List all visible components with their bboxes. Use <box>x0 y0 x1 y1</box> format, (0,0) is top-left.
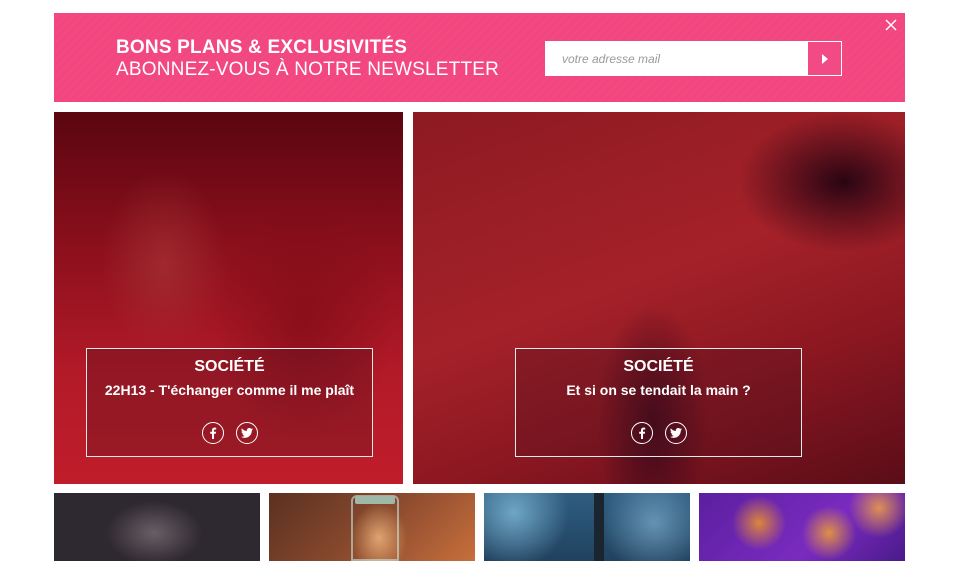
facebook-icon <box>638 427 645 439</box>
thumbnail-jar-lights[interactable] <box>269 493 475 561</box>
newsletter-banner: BONS PLANS & EXCLUSIVITÉS ABONNEZ-VOUS À… <box>54 13 905 102</box>
article-title[interactable]: 22H13 - T'échanger comme il me plaît <box>87 382 372 398</box>
newsletter-email-input[interactable] <box>545 41 824 76</box>
article-category[interactable]: SOCIÉTÉ <box>516 358 801 376</box>
article-card[interactable]: SOCIÉTÉ Et si on se tendait la main ? <box>413 112 905 484</box>
thumbnail-purple-flowers[interactable] <box>699 493 905 561</box>
twitter-icon <box>240 428 253 438</box>
post-graphic <box>594 493 604 561</box>
close-icon[interactable] <box>884 18 898 32</box>
share-buttons <box>87 422 372 444</box>
jar-lid-graphic <box>355 496 395 504</box>
facebook-icon <box>209 427 216 439</box>
jar-graphic <box>351 495 399 561</box>
share-buttons <box>516 422 801 444</box>
newsletter-title: BONS PLANS & EXCLUSIVITÉS <box>116 37 408 58</box>
article-card-overlay: SOCIÉTÉ Et si on se tendait la main ? <box>515 348 802 457</box>
twitter-icon <box>669 428 682 438</box>
twitter-share-button[interactable] <box>664 422 687 444</box>
article-card[interactable]: SOCIÉTÉ 22H13 - T'échanger comme il me p… <box>54 112 403 484</box>
newsletter-submit-button[interactable] <box>807 41 842 76</box>
article-card-overlay: SOCIÉTÉ 22H13 - T'échanger comme il me p… <box>86 348 373 457</box>
facebook-share-button[interactable] <box>630 422 653 444</box>
facebook-share-button[interactable] <box>201 422 224 444</box>
newsletter-subtitle: ABONNEZ-VOUS À NOTRE NEWSLETTER <box>116 59 500 80</box>
article-category[interactable]: SOCIÉTÉ <box>87 358 372 376</box>
thumbnail-blue-bokeh[interactable] <box>484 493 690 561</box>
article-title[interactable]: Et si on se tendait la main ? <box>516 382 801 398</box>
play-arrow-icon <box>821 53 828 64</box>
thumbnail-face[interactable] <box>54 493 260 561</box>
twitter-share-button[interactable] <box>235 422 258 444</box>
